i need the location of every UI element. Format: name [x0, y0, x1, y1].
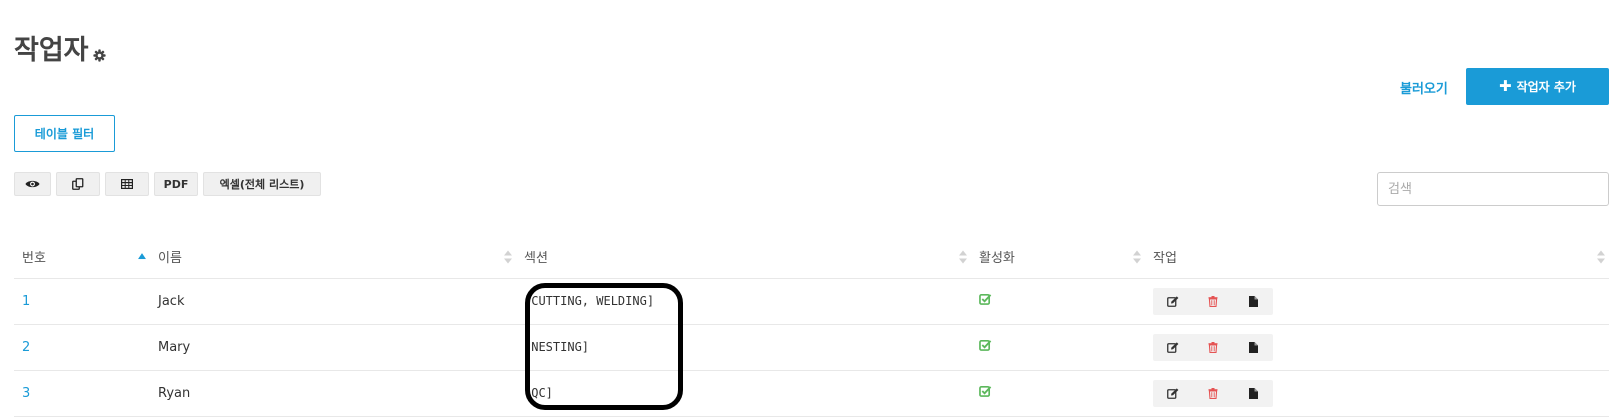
search-input[interactable]: [1377, 172, 1609, 206]
table-row: 2 Mary [NESTING]: [14, 324, 1609, 371]
sort-icon: [504, 250, 512, 264]
worker-number-link[interactable]: 3: [22, 386, 30, 401]
actions-cell: [1145, 370, 1609, 417]
csv-button[interactable]: [105, 172, 149, 196]
table-icon: [121, 179, 133, 189]
column-header-label: 섹션: [524, 251, 548, 267]
name-cell: Jack: [150, 278, 516, 325]
number-cell: 3: [14, 370, 150, 417]
active-cell: [971, 370, 1145, 417]
section-cell: [CUTTING, WELDING]: [516, 278, 971, 325]
delete-button[interactable]: [1193, 334, 1233, 361]
gear-icon[interactable]: [92, 49, 106, 62]
delete-button[interactable]: [1193, 380, 1233, 407]
sort-icon: [1133, 250, 1141, 264]
row-action-group: [1153, 379, 1273, 407]
export-toolbar: PDF 엑셀(전체 리스트): [14, 172, 321, 196]
sort-icon: [959, 250, 967, 264]
active-cell: [971, 324, 1145, 371]
column-header-number[interactable]: 번호: [14, 236, 150, 279]
edit-button[interactable]: [1153, 288, 1193, 315]
column-header-label: 활성화: [979, 251, 1015, 267]
worker-number-link[interactable]: 1: [22, 294, 30, 309]
add-worker-button[interactable]: ✚ 작업자 추가: [1466, 68, 1609, 105]
table-header-row: 번호 이름 섹션 활성화 작업: [14, 236, 1609, 279]
document-button[interactable]: [1233, 380, 1273, 407]
actions-cell: [1145, 324, 1609, 371]
delete-icon: [1208, 341, 1218, 353]
delete-icon: [1208, 295, 1218, 307]
number-cell: 2: [14, 324, 150, 371]
column-header-label: 이름: [158, 251, 182, 267]
import-link[interactable]: 불러오기: [1400, 78, 1448, 97]
edit-icon: [1167, 341, 1179, 353]
document-icon: [1248, 341, 1258, 353]
sort-icon: [1597, 250, 1605, 264]
edit-button[interactable]: [1153, 380, 1193, 407]
column-header-active[interactable]: 활성화: [971, 236, 1145, 279]
section-cell: [NESTING]: [516, 324, 971, 371]
table-filter-button[interactable]: 테이블 필터: [14, 115, 115, 152]
page-title: 작업자: [14, 28, 106, 67]
eye-icon: [25, 180, 40, 188]
pdf-button[interactable]: PDF: [154, 172, 198, 196]
plus-icon: ✚: [1499, 77, 1512, 95]
column-header-section[interactable]: 섹션: [516, 236, 971, 279]
column-header-label: 작업: [1153, 251, 1177, 267]
check-square-icon: [979, 386, 992, 397]
row-action-group: [1153, 287, 1273, 315]
table-row: 3 Ryan [QC]: [14, 370, 1609, 417]
delete-button[interactable]: [1193, 288, 1233, 315]
column-header-name[interactable]: 이름: [150, 236, 516, 279]
number-cell: 1: [14, 278, 150, 325]
column-header-label: 번호: [22, 251, 46, 267]
row-action-group: [1153, 333, 1273, 361]
column-header-actions[interactable]: 작업: [1145, 236, 1609, 279]
worker-number-link[interactable]: 2: [22, 340, 30, 355]
section-cell: [QC]: [516, 370, 971, 417]
sort-ascending-icon: [138, 252, 146, 259]
workers-table: 번호 이름 섹션 활성화 작업 1 Jack [CUTTING, WELDING…: [14, 236, 1609, 417]
excel-button[interactable]: 엑셀(전체 리스트): [203, 172, 321, 196]
actions-cell: [1145, 278, 1609, 325]
check-square-icon: [979, 340, 992, 351]
copy-button[interactable]: [56, 172, 100, 196]
active-cell: [971, 278, 1145, 325]
document-icon: [1248, 387, 1258, 399]
delete-icon: [1208, 387, 1218, 399]
edit-icon: [1167, 295, 1179, 307]
name-cell: Ryan: [150, 370, 516, 417]
document-button[interactable]: [1233, 334, 1273, 361]
table-row: 1 Jack [CUTTING, WELDING]: [14, 278, 1609, 325]
copy-icon: [72, 178, 84, 190]
page-title-text: 작업자: [14, 35, 89, 67]
column-visibility-button[interactable]: [14, 172, 51, 196]
document-button[interactable]: [1233, 288, 1273, 315]
document-icon: [1248, 295, 1258, 307]
add-worker-label: 작업자 추가: [1516, 80, 1576, 94]
edit-button[interactable]: [1153, 334, 1193, 361]
check-square-icon: [979, 294, 992, 305]
name-cell: Mary: [150, 324, 516, 371]
edit-icon: [1167, 387, 1179, 399]
